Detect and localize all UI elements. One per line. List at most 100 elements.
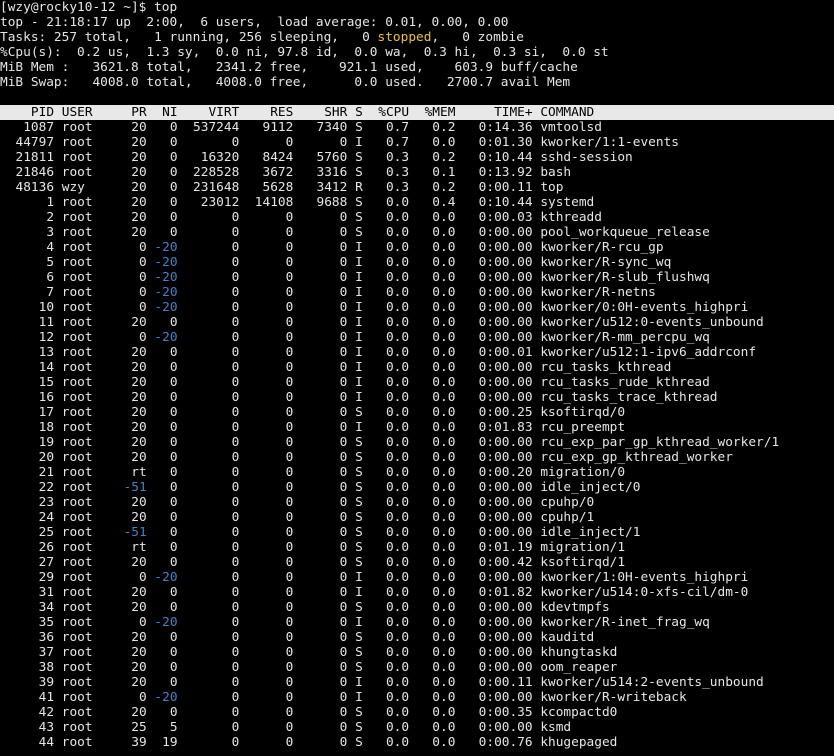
col-gap <box>533 165 541 180</box>
cell-state: I <box>355 255 363 270</box>
cell-virt: 16320 <box>200 150 240 165</box>
cell-pr: 20 <box>131 210 147 225</box>
cell-mem: 0.0 <box>432 225 456 240</box>
cell-mem: 0.0 <box>432 390 456 405</box>
col-gap <box>347 345 355 360</box>
cell-time: 0:00.00 <box>478 645 533 660</box>
col-gap <box>347 495 355 510</box>
header-virt: VIRT <box>208 105 240 120</box>
cell-res: 0 <box>285 210 294 225</box>
cell-res: 0 <box>285 255 294 270</box>
terminal-window[interactable]: [wzy@rocky10-12 ~]$ top top - 21:18:17 u… <box>0 0 834 756</box>
cell-res: 0 <box>285 705 294 720</box>
process-row: 35 root 0 -20 0 0 0 I 0.0 0.0 0:00.00 kworker/R-… <box>0 615 834 630</box>
col-gap <box>533 555 541 570</box>
cell-pid: 31 <box>38 585 55 600</box>
col-gap <box>54 660 62 675</box>
cell-cpu: 0.0 <box>385 570 410 585</box>
cell-cpu: 0.0 <box>385 675 410 690</box>
cell-pid: 5 <box>46 255 55 270</box>
cell-user: root <box>61 540 93 555</box>
cell-shr: 0 <box>339 210 348 225</box>
cell-virt: 0 <box>231 720 240 735</box>
cell-res: 0 <box>285 540 294 555</box>
col-gap <box>54 435 62 450</box>
cell-ni: 0 <box>169 210 178 225</box>
cell-virt: 0 <box>231 735 240 750</box>
cell-res: 0 <box>285 135 294 150</box>
col-gap <box>347 510 355 525</box>
col-gap <box>533 330 541 345</box>
cell-virt: 0 <box>231 375 240 390</box>
col-gap <box>54 390 62 405</box>
cell-command: kworker/1:0H-events_highpri <box>540 570 749 585</box>
col-gap <box>347 180 355 195</box>
cell-cpu: 0.0 <box>385 630 410 645</box>
cell-time: 0:13.92 <box>478 165 533 180</box>
col-gap <box>347 255 355 270</box>
cell-ni: 19 <box>162 735 178 750</box>
cell-ni: 0 <box>169 480 178 495</box>
cell-user: root <box>61 240 93 255</box>
col-gap <box>347 690 355 705</box>
cell-command: top <box>540 180 564 195</box>
cell-state: I <box>355 690 363 705</box>
cell-mem: 0.0 <box>432 645 456 660</box>
cell-virt: 0 <box>231 540 240 555</box>
cell-pid: 2 <box>46 210 55 225</box>
cell-time: 0:01.30 <box>478 135 533 150</box>
cell-virt: 0 <box>231 600 240 615</box>
cell-res: 14108 <box>254 195 294 210</box>
cell-cpu: 0.3 <box>385 150 410 165</box>
cell-ni: 0 <box>169 405 178 420</box>
cell-virt: 0 <box>231 585 240 600</box>
cell-cpu: 0.7 <box>385 120 410 135</box>
cell-ni: 0 <box>169 150 178 165</box>
cell-ni: -20 <box>154 570 178 585</box>
cell-mem: 0.0 <box>432 720 456 735</box>
cell-res: 0 <box>285 435 294 450</box>
cell-pid: 14 <box>38 360 55 375</box>
cell-mem: 0.4 <box>432 195 456 210</box>
cell-command: kworker/R-inet_frag_wq <box>540 615 710 630</box>
cell-state: I <box>355 285 363 300</box>
cell-cpu: 0.0 <box>385 435 410 450</box>
cell-pid: 1 <box>46 195 55 210</box>
cell-mem: 0.0 <box>432 495 456 510</box>
header-pr: PR <box>131 105 147 120</box>
header-res: RES <box>270 105 294 120</box>
cell-pid: 26 <box>38 540 55 555</box>
col-gap <box>54 480 62 495</box>
col-gap <box>533 225 541 240</box>
cell-virt: 0 <box>231 705 240 720</box>
col-gap <box>533 660 541 675</box>
col-gap <box>54 450 62 465</box>
cell-res: 0 <box>285 735 294 750</box>
tasks-zombie: , 0 zombie <box>431 30 524 45</box>
col-gap <box>54 240 62 255</box>
cell-cpu: 0.7 <box>385 135 410 150</box>
cell-ni: 0 <box>169 225 178 240</box>
process-row: 13 root 20 0 0 0 0 I 0.0 0.0 0:00.01 kworker/u51… <box>0 345 834 360</box>
cell-shr: 0 <box>339 375 348 390</box>
cell-time: 0:00.00 <box>478 615 533 630</box>
col-gap <box>347 645 355 660</box>
cell-pr: 39 <box>131 735 147 750</box>
cell-state: I <box>355 675 363 690</box>
cell-virt: 0 <box>231 240 240 255</box>
cell-res: 0 <box>285 630 294 645</box>
cell-mem: 0.0 <box>432 330 456 345</box>
cell-shr: 0 <box>339 465 348 480</box>
cell-ni: 0 <box>169 540 178 555</box>
cell-shr: 7340 <box>316 120 348 135</box>
process-row: 17 root 20 0 0 0 0 S 0.0 0.0 0:00.25 ksoftirqd/0 <box>0 405 834 420</box>
cell-virt: 0 <box>231 495 240 510</box>
cell-state: I <box>355 330 363 345</box>
cell-command: idle_inject/0 <box>540 480 641 495</box>
col-gap <box>347 150 355 165</box>
cell-command: oom_reaper <box>540 660 618 675</box>
cell-mem: 0.0 <box>432 450 456 465</box>
cell-ni: 5 <box>169 720 178 735</box>
cell-pr: 20 <box>131 495 147 510</box>
cell-mem: 0.0 <box>432 705 456 720</box>
